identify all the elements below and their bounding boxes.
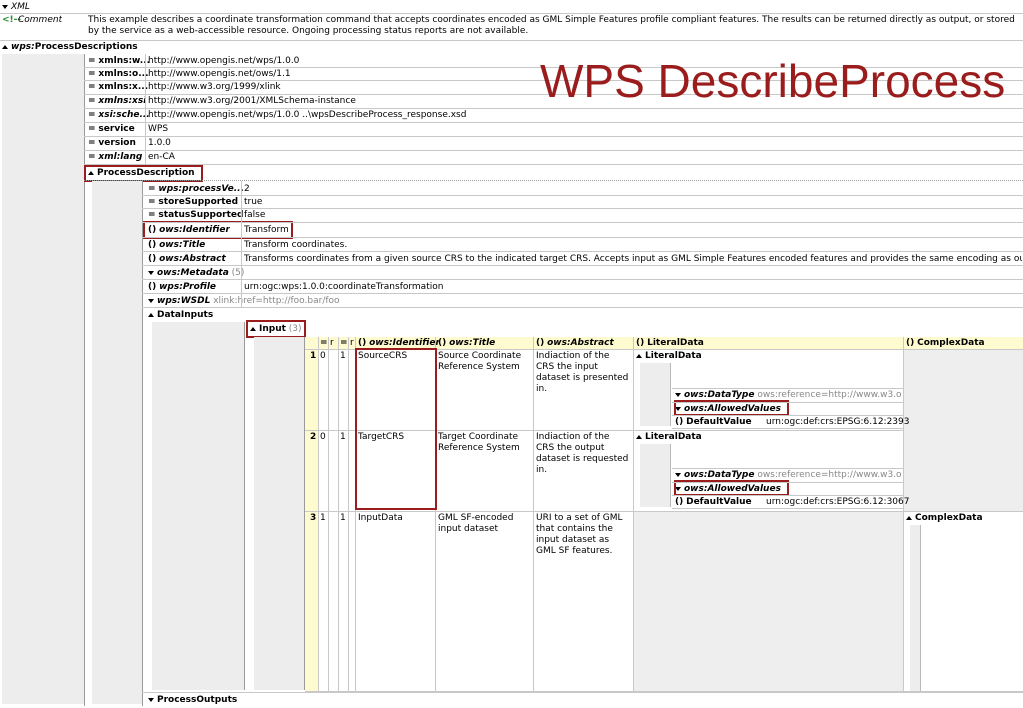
attr-value: en-CA: [148, 152, 175, 162]
datainputs-element[interactable]: DataInputs: [148, 309, 213, 322]
expand-icon[interactable]: [148, 312, 154, 317]
collapse-icon[interactable]: [2, 4, 8, 9]
row-title: Source Coordinate Reference System: [438, 351, 522, 372]
highlight-input: [246, 320, 306, 338]
comment-label: Comment: [18, 15, 63, 25]
comment-text: This example describes a coordinate tran…: [88, 15, 1015, 36]
attr-xml-lang: = xml:lang: [88, 152, 143, 162]
highlight-identifiers: [355, 348, 437, 510]
xml-label: XML: [11, 2, 30, 12]
row-number: 3: [310, 513, 317, 523]
row-title: Target Coordinate Reference System: [438, 432, 520, 453]
row-identifier: InputData: [358, 513, 403, 523]
row-abstract: Indiaction of the CRS the output dataset…: [536, 432, 629, 475]
attr-xmlns-xsi: = xmlns:xsi: [88, 96, 147, 106]
attr-value: http://www.w3.org/1999/xlink: [148, 82, 281, 92]
attr-service: = service: [88, 124, 135, 134]
row-abstract: Indiaction of the CRS the input dataset …: [536, 351, 629, 394]
attr-version: = version: [88, 138, 136, 148]
collapse-icon[interactable]: [148, 298, 154, 303]
collapse-icon[interactable]: [148, 697, 154, 702]
collapse-icon[interactable]: [675, 392, 681, 397]
row-number: 1: [310, 351, 317, 361]
literal-empty-cell: [634, 512, 903, 691]
attr-value: 1.0.0: [148, 138, 171, 148]
row-min: 1: [320, 513, 326, 523]
expand-icon[interactable]: [2, 44, 8, 49]
attr-xmlns-xlink: = xmlns:x...: [88, 82, 149, 92]
overlay-title: WPS DescribeProcess: [540, 55, 1006, 107]
expand-icon[interactable]: [636, 434, 642, 439]
attr-value: http://www.w3.org/2001/XMLSchema-instanc…: [148, 96, 356, 106]
row-max: 1: [340, 432, 346, 442]
root-element[interactable]: wps:ProcessDescriptions: [2, 41, 138, 54]
literal-data-node[interactable]: LiteralData: [636, 350, 702, 363]
attr-value: http://www.opengis.net/wps/1.0.0 ..\wpsD…: [148, 110, 467, 120]
processoutputs-element[interactable]: ProcessOutputs: [148, 694, 237, 707]
complex-data-node[interactable]: ComplexData: [906, 512, 983, 525]
complex-empty-cell: [904, 350, 1023, 511]
expand-icon[interactable]: [906, 515, 912, 520]
row-max: 1: [340, 351, 346, 361]
attr-xsi-schema: = xsi:sche...: [88, 110, 150, 120]
collapse-icon[interactable]: [148, 270, 154, 275]
row-min: 0: [320, 351, 326, 361]
expand-icon[interactable]: [636, 353, 642, 358]
row-number: 2: [310, 432, 317, 442]
row-max: 1: [340, 513, 346, 523]
row-title: GML SF-encoded input dataset: [438, 513, 514, 534]
root-element-name: ProcessDescriptions: [34, 42, 138, 52]
attr-value: WPS: [148, 124, 169, 134]
collapse-icon[interactable]: [675, 472, 681, 477]
row-min: 0: [320, 432, 326, 442]
literal-data-node[interactable]: LiteralData: [636, 431, 702, 444]
row-abstract: URI to a set of GML that contains the in…: [536, 513, 623, 556]
